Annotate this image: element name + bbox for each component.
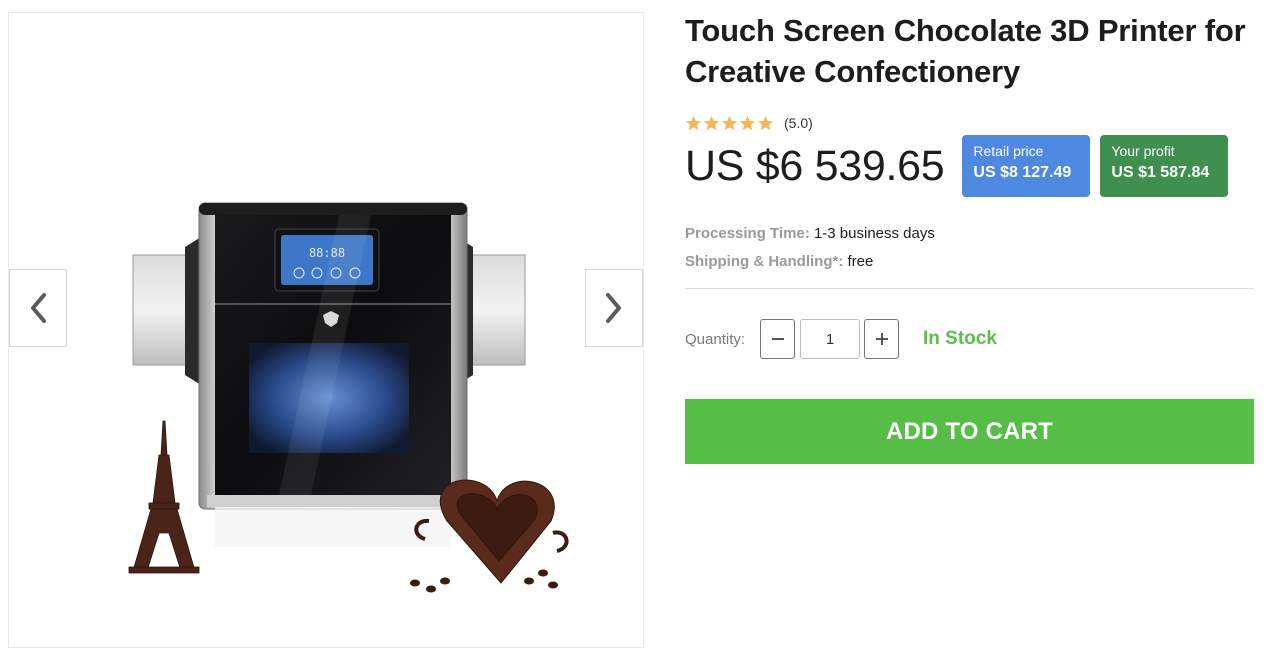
quantity-decrease-button[interactable] — [760, 319, 795, 359]
plus-icon — [875, 333, 888, 345]
profit-badge: Your profit US $1 587.84 — [1100, 135, 1229, 197]
product-page: 88:88 Touch Screen Chocolate 3D Printer … — [0, 0, 1280, 654]
retail-price-badge: Retail price US $8 127.49 — [962, 135, 1091, 197]
shipping-label: Shipping & Handling*: — [685, 253, 844, 270]
processing-time: Processing Time: 1-3 business days — [685, 223, 1255, 251]
chevron-left-icon — [31, 293, 46, 323]
product-title: Touch Screen Chocolate 3D Printer for Cr… — [685, 13, 1246, 89]
retail-price-value: US $8 127.49 — [973, 164, 1072, 181]
retail-price-label: Retail price — [973, 143, 1044, 159]
star-icon — [685, 115, 702, 130]
divider — [685, 288, 1254, 289]
gallery-prev-button[interactable] — [9, 269, 67, 347]
star-icon — [739, 115, 756, 130]
shipping-value: free — [847, 253, 874, 270]
star-icon — [703, 115, 720, 130]
product-price: US $6 539.65 — [685, 141, 945, 190]
rating-stars — [685, 115, 774, 132]
add-to-cart-button[interactable]: ADD TO CART — [685, 399, 1254, 464]
quantity-increase-button[interactable] — [864, 319, 899, 359]
chevron-right-icon — [606, 293, 621, 323]
price-row: US $6 539.65 Retail price US $8 127.49 Y… — [685, 135, 1255, 197]
shipping-handling: Shipping & Handling*: free — [685, 251, 1255, 279]
stock-status: In Stock — [923, 328, 997, 349]
processing-time-label: Processing Time: — [685, 225, 810, 242]
profit-value: US $1 587.84 — [1111, 164, 1210, 181]
quantity-label: Quantity: — [685, 330, 746, 348]
processing-time-value: 1-3 business days — [813, 225, 935, 242]
gallery-next-button[interactable] — [585, 269, 643, 347]
quantity-row: Quantity: In Stock — [685, 319, 1255, 359]
product-gallery: 88:88 — [8, 12, 644, 648]
profit-label: Your profit — [1111, 143, 1175, 159]
star-icon — [757, 115, 774, 130]
product-info: Touch Screen Chocolate 3D Printer for Cr… — [685, 10, 1255, 464]
quantity-input[interactable] — [800, 319, 860, 359]
star-icon — [721, 115, 738, 130]
product-rating[interactable]: (5.0) — [685, 113, 1255, 133]
minus-icon — [771, 338, 784, 340]
rating-value: (5.0) — [784, 115, 813, 131]
product-image: 88:88 — [128, 202, 569, 593]
product-meta: Processing Time: 1-3 business days Shipp… — [685, 223, 1255, 279]
